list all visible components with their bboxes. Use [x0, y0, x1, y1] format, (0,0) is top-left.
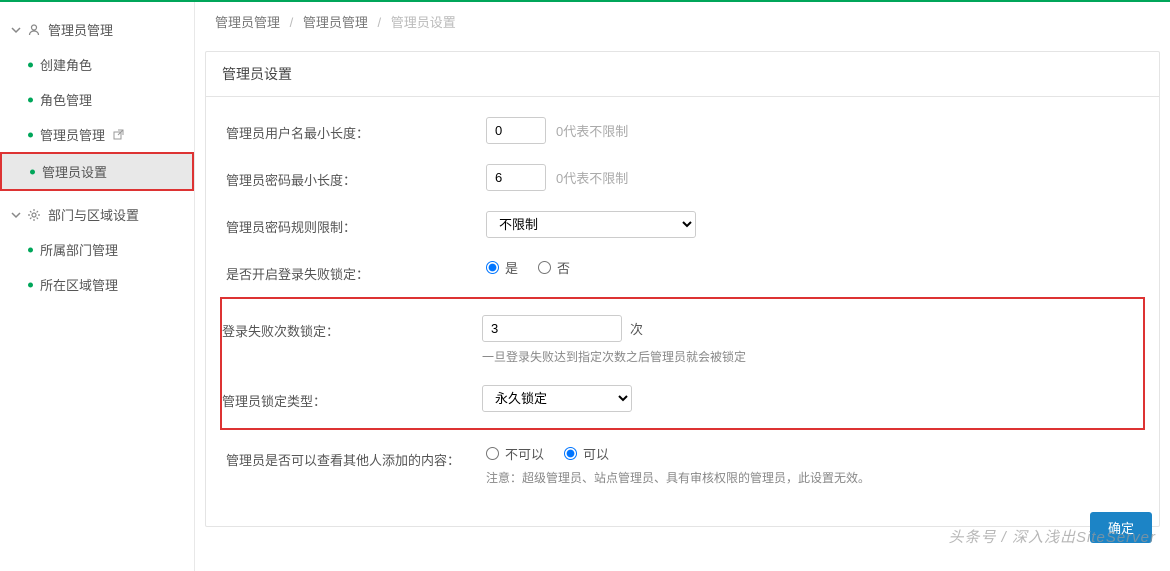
row-fail-count: 登录失败次数锁定： 次 一旦登录失败达到指定次数之后管理员就会被锁定: [222, 305, 1143, 375]
sidebar-item-area-mgmt[interactable]: 所在区域管理: [0, 267, 194, 302]
panel-title: 管理员设置: [206, 52, 1159, 97]
sidebar-group-title: 部门与区域设置: [48, 205, 139, 224]
sidebar-group-title: 管理员管理: [48, 20, 113, 39]
fail-count-input[interactable]: [482, 315, 622, 342]
username-min-input[interactable]: [486, 117, 546, 144]
sidebar-group-head-admin[interactable]: 管理员管理: [0, 12, 194, 47]
radio-can[interactable]: 可以: [564, 444, 609, 463]
radio-input[interactable]: [486, 261, 499, 274]
radio-cannot[interactable]: 不可以: [486, 444, 544, 463]
sidebar-item-label: 所属部门管理: [40, 243, 118, 258]
radio-label: 不可以: [505, 444, 544, 463]
content-area: 管理员管理 / 管理员管理 / 管理员设置 管理员设置 管理员用户名最小长度： …: [195, 2, 1170, 571]
field-label: 登录失败次数锁定：: [222, 315, 482, 340]
field-label: 管理员密码规则限制：: [226, 211, 486, 236]
sidebar-item-admin-settings[interactable]: 管理员设置: [0, 152, 194, 191]
sidebar-item-role-mgmt[interactable]: 角色管理: [0, 82, 194, 117]
row-username-min: 管理员用户名最小长度： 0代表不限制: [226, 107, 1139, 154]
chevron-down-icon: [10, 209, 22, 221]
field-hint: 0代表不限制: [556, 168, 628, 187]
sidebar-group-dept: 部门与区域设置 所属部门管理 所在区域管理: [0, 197, 194, 302]
field-label: 是否开启登录失败锁定：: [226, 258, 486, 283]
radio-input[interactable]: [564, 447, 577, 460]
breadcrumb-sep: /: [290, 15, 294, 30]
row-login-fail-lock: 是否开启登录失败锁定： 是 否: [226, 248, 1139, 293]
field-label: 管理员用户名最小长度：: [226, 117, 486, 142]
gear-icon: [26, 207, 42, 223]
breadcrumb-sep: /: [378, 15, 382, 30]
chevron-down-icon: [10, 24, 22, 36]
sidebar: 管理员管理 创建角色 角色管理 管理员管理 管理员设置: [0, 2, 195, 571]
row-password-rule: 管理员密码规则限制： 不限制: [226, 201, 1139, 248]
breadcrumb-current: 管理员设置: [391, 15, 456, 30]
radio-label: 是: [505, 258, 518, 277]
field-hint: 0代表不限制: [556, 121, 628, 140]
submit-button[interactable]: 确定: [1090, 512, 1152, 543]
user-icon: [26, 22, 42, 38]
lock-type-select[interactable]: 永久锁定: [482, 385, 632, 412]
external-link-icon: [113, 128, 124, 143]
field-unit: 次: [630, 319, 643, 338]
sidebar-item-dept-mgmt[interactable]: 所属部门管理: [0, 232, 194, 267]
radio-no[interactable]: 否: [538, 258, 570, 277]
field-label: 管理员密码最小长度：: [226, 164, 486, 189]
sidebar-item-create-role[interactable]: 创建角色: [0, 47, 194, 82]
row-lock-type: 管理员锁定类型： 永久锁定: [222, 375, 1143, 422]
row-view-others: 管理员是否可以查看其他人添加的内容： 不可以 可以 注意：超级管理员、站点管理员…: [226, 434, 1139, 496]
sidebar-item-label: 创建角色: [40, 58, 92, 73]
highlighted-section: 登录失败次数锁定： 次 一旦登录失败达到指定次数之后管理员就会被锁定 管理员锁定…: [220, 297, 1145, 430]
password-min-input[interactable]: [486, 164, 546, 191]
breadcrumb-item[interactable]: 管理员管理: [215, 15, 280, 30]
password-rule-select[interactable]: 不限制: [486, 211, 696, 238]
radio-input[interactable]: [538, 261, 551, 274]
field-label: 管理员是否可以查看其他人添加的内容：: [226, 444, 486, 469]
sidebar-group-head-dept[interactable]: 部门与区域设置: [0, 197, 194, 232]
field-subhint: 一旦登录失败达到指定次数之后管理员就会被锁定: [482, 348, 1143, 365]
breadcrumb-item[interactable]: 管理员管理: [303, 15, 368, 30]
field-subhint: 注意：超级管理员、站点管理员、具有审核权限的管理员，此设置无效。: [486, 469, 1139, 486]
radio-label: 可以: [583, 444, 609, 463]
sidebar-item-label: 所在区域管理: [40, 278, 118, 293]
sidebar-item-label: 管理员管理: [40, 128, 105, 143]
field-label: 管理员锁定类型：: [222, 385, 482, 410]
row-password-min: 管理员密码最小长度： 0代表不限制: [226, 154, 1139, 201]
sidebar-item-label: 角色管理: [40, 93, 92, 108]
radio-yes[interactable]: 是: [486, 258, 518, 277]
radio-label: 否: [557, 258, 570, 277]
breadcrumb: 管理员管理 / 管理员管理 / 管理员设置: [195, 2, 1170, 41]
settings-panel: 管理员设置 管理员用户名最小长度： 0代表不限制 管理员密码最小长度： 0代表不…: [205, 51, 1160, 527]
sidebar-item-label: 管理员设置: [42, 165, 107, 180]
sidebar-group-admin: 管理员管理 创建角色 角色管理 管理员管理 管理员设置: [0, 12, 194, 191]
sidebar-item-admin-mgmt[interactable]: 管理员管理: [0, 117, 194, 152]
radio-input[interactable]: [486, 447, 499, 460]
